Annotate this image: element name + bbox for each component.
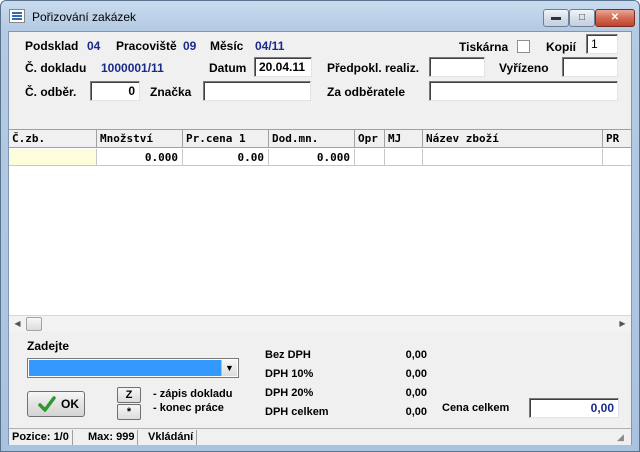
column-header-cislo-zbozi[interactable]: Č.zb.	[9, 130, 97, 148]
cena-celkem-field: 0,00	[529, 398, 619, 418]
znacka-field[interactable]	[203, 81, 311, 101]
status-max: Max: 999	[85, 430, 139, 445]
resize-grip-icon[interactable]: ◢	[617, 432, 629, 444]
cell-prodejni-cena[interactable]: 0.00	[183, 149, 269, 166]
mesic-value: 04/11	[255, 39, 285, 53]
status-pozice: Pozice: 1/0	[9, 430, 73, 445]
dph20-value: 0,00	[405, 387, 427, 399]
podsklad-value: 04	[87, 39, 101, 53]
column-header-pr[interactable]: PR	[603, 130, 631, 148]
items-grid: Č.zb. Množství Pr.cena 1 Dod.mn. Opr MJ …	[9, 129, 631, 328]
scroll-thumb[interactable]	[26, 317, 42, 331]
column-header-oprava[interactable]: Opr	[355, 130, 385, 148]
cell-mj[interactable]	[385, 149, 423, 166]
cell-cislo-zbozi[interactable]	[9, 149, 97, 166]
main-window: Pořizování zakázek ▬ □ ✕ Podsklad 04 Pra…	[0, 0, 640, 452]
window-title: Pořizování zakázek	[32, 10, 137, 24]
datum-field[interactable]: 20.04.11	[254, 57, 312, 77]
doklad-value: 1000001/11	[101, 61, 164, 75]
ok-button[interactable]: OK	[27, 391, 85, 417]
dph-celkem-value: 0,00	[405, 406, 427, 418]
chevron-down-icon[interactable]: ▼	[221, 360, 237, 376]
dph-celkem-label: DPH celkem	[265, 406, 329, 418]
minimize-button[interactable]: ▬	[543, 9, 569, 27]
za-odberatele-label: Za odběratele	[327, 85, 406, 99]
checkmark-icon	[38, 396, 56, 412]
cell-nazev-zbozi[interactable]	[423, 149, 603, 166]
scroll-right-arrow-icon[interactable]: ▶	[614, 316, 631, 332]
vyrizeno-label: Vyřízeno	[499, 61, 549, 75]
column-header-mnozstvi[interactable]: Množství	[97, 130, 183, 148]
pracoviste-value: 09	[183, 39, 197, 53]
mesic-label: Měsíc	[210, 39, 244, 53]
z-button[interactable]: Z	[117, 387, 141, 403]
column-header-dodane-mnozstvi[interactable]: Dod.mn.	[269, 130, 355, 148]
tiskarna-checkbox[interactable]	[517, 40, 530, 53]
cell-mnozstvi[interactable]: 0.000	[97, 149, 183, 166]
title-bar[interactable]: Pořizování zakázek ▬ □ ✕	[1, 1, 639, 31]
app-icon	[9, 9, 25, 23]
status-bar: Pozice: 1/0 Max: 999 Vkládání ◢	[9, 428, 631, 445]
horizontal-scrollbar[interactable]: ◀ ▶	[9, 315, 631, 332]
kopii-label: Kopií	[546, 40, 576, 54]
podsklad-label: Podsklad	[25, 39, 79, 53]
column-header-prodejni-cena[interactable]: Pr.cena 1	[183, 130, 269, 148]
scroll-left-arrow-icon[interactable]: ◀	[9, 316, 26, 332]
client-area: Podsklad 04 Pracoviště 09 Měsíc 04/11 Ti…	[8, 31, 632, 445]
status-mode: Vkládání	[145, 430, 198, 445]
close-button[interactable]: ✕	[595, 9, 635, 27]
znacka-label: Značka	[150, 85, 192, 99]
bez-dph-label: Bez DPH	[265, 349, 311, 361]
cell-oprava[interactable]	[355, 149, 385, 166]
cell-dodane-mnozstvi[interactable]: 0.000	[269, 149, 355, 166]
tiskarna-label: Tiskárna	[459, 40, 509, 54]
datum-label: Datum	[209, 61, 247, 75]
konec-prace-hint: - konec práce	[153, 402, 224, 414]
zadejte-combobox[interactable]: ▼	[27, 358, 239, 378]
zadejte-label: Zadejte	[27, 339, 70, 353]
column-header-nazev-zbozi[interactable]: Název zboží	[423, 130, 603, 148]
maximize-button[interactable]: □	[569, 9, 595, 27]
combobox-selection	[29, 360, 221, 376]
odberatel-label: Č. odběr.	[25, 85, 77, 99]
star-button[interactable]: *	[117, 404, 141, 420]
cell-pr[interactable]	[603, 149, 631, 166]
vyrizeno-field[interactable]	[562, 57, 618, 77]
bez-dph-value: 0,00	[405, 349, 427, 361]
dph20-label: DPH 20%	[265, 387, 314, 399]
pracoviste-label: Pracoviště	[116, 39, 177, 53]
kopii-field[interactable]: 1	[586, 34, 618, 54]
grid-header: Č.zb. Množství Pr.cena 1 Dod.mn. Opr MJ …	[9, 130, 631, 148]
cena-celkem-label: Cena celkem	[442, 402, 510, 414]
zapis-dokladu-hint: - zápis dokladu	[153, 388, 233, 400]
predpokl-realiz-label: Předpokl. realiz.	[327, 61, 420, 75]
predpokl-realiz-field[interactable]	[429, 57, 485, 77]
dph10-value: 0,00	[405, 368, 427, 380]
doklad-label: Č. dokladu	[25, 61, 87, 75]
column-header-mj[interactable]: MJ	[385, 130, 423, 148]
za-odberatele-field[interactable]	[429, 81, 618, 101]
dph10-label: DPH 10%	[265, 368, 314, 380]
ok-label: OK	[61, 397, 79, 411]
odberatel-field[interactable]: 0	[90, 81, 140, 101]
